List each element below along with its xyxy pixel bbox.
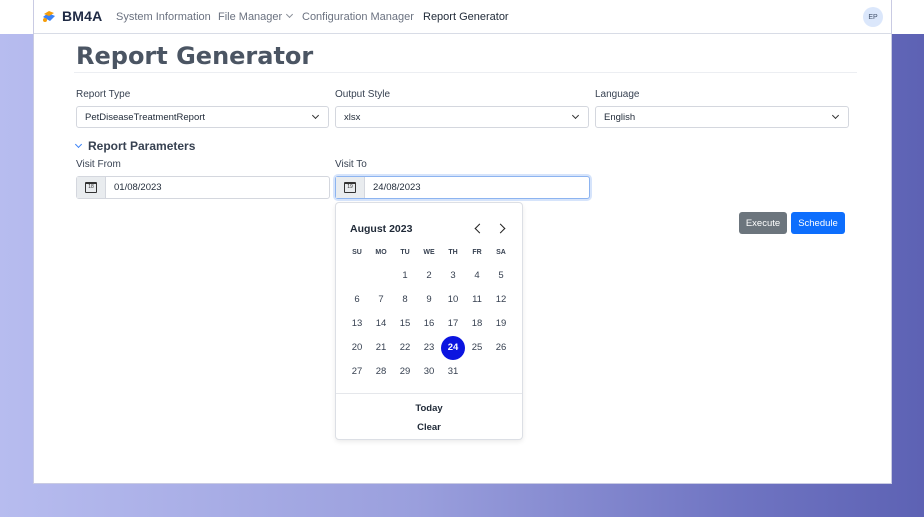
calendar-button[interactable]: 18 <box>77 177 106 198</box>
output-style-label: Output Style <box>335 89 391 100</box>
calendar-day[interactable]: 25 <box>465 336 489 360</box>
language-value: English <box>604 112 636 123</box>
visit-to-label: Visit To <box>335 159 367 170</box>
calendar-day[interactable]: 23 <box>417 336 441 360</box>
navbar: BM4A System Information File Manager Con… <box>34 0 891 34</box>
weekday-header: MO <box>375 249 387 256</box>
calendar-day[interactable]: 5 <box>489 264 513 288</box>
calendar-day[interactable]: 22 <box>393 336 417 360</box>
chevron-left-icon[interactable] <box>474 223 485 234</box>
calendar-day[interactable]: 8 <box>393 288 417 312</box>
weekday-header: TU <box>400 249 410 256</box>
calendar-day[interactable]: 3 <box>441 264 465 288</box>
visit-to-input[interactable]: 19 24/08/2023 <box>335 176 590 199</box>
chevron-down-icon <box>74 140 83 148</box>
nav-file-manager-label: File Manager <box>218 11 283 23</box>
title-divider <box>74 72 857 73</box>
clear-button[interactable]: Clear <box>336 422 522 433</box>
weekday-header: SA <box>496 249 506 256</box>
calendar-day[interactable]: 17 <box>441 312 465 336</box>
calendar-day[interactable]: 10 <box>441 288 465 312</box>
chevron-right-icon[interactable] <box>495 223 506 234</box>
calendar-day[interactable]: 2 <box>417 264 441 288</box>
app-window: BM4A System Information File Manager Con… <box>33 0 892 484</box>
visit-from-label: Visit From <box>76 159 121 170</box>
brand[interactable]: BM4A <box>41 8 102 24</box>
calendar-icon: 18 <box>85 182 97 193</box>
brand-logo-icon <box>43 11 55 22</box>
section-title: Report Parameters <box>88 139 196 153</box>
page-title: Report Generator <box>76 42 314 70</box>
report-type-label: Report Type <box>76 89 131 100</box>
calendar-button[interactable]: 19 <box>336 177 365 198</box>
chevron-down-icon <box>286 10 294 19</box>
language-label: Language <box>595 89 640 100</box>
calendar-day[interactable]: 15 <box>393 312 417 336</box>
chevron-down-icon <box>571 111 580 120</box>
calendar-day[interactable]: 20 <box>345 336 369 360</box>
report-type-select[interactable]: PetDiseaseTreatmentReport <box>76 106 329 128</box>
calendar-icon: 19 <box>344 182 356 193</box>
calendar-day[interactable]: 7 <box>369 288 393 312</box>
nav-file-manager[interactable]: File Manager <box>218 10 294 23</box>
weekday-header: SU <box>352 249 362 256</box>
calendar-day[interactable]: 11 <box>465 288 489 312</box>
visit-to-value: 24/08/2023 <box>373 182 421 193</box>
datepicker-divider <box>336 393 522 394</box>
weekday-header: FR <box>472 249 482 256</box>
calendar-day[interactable]: 26 <box>489 336 513 360</box>
visit-from-input[interactable]: 18 01/08/2023 <box>76 176 330 199</box>
calendar-day[interactable]: 18 <box>465 312 489 336</box>
calendar-day[interactable]: 6 <box>345 288 369 312</box>
calendar-day[interactable]: 9 <box>417 288 441 312</box>
calendar-day[interactable]: 21 <box>369 336 393 360</box>
user-avatar[interactable]: EP <box>863 7 883 27</box>
datepicker-month-label: August 2023 <box>350 223 413 235</box>
calendar-day[interactable]: 14 <box>369 312 393 336</box>
date-picker: August 2023 SU MO TU WE TH FR SA 1 2 3 4 5 6 7 8 9 10 11 1… <box>335 202 523 440</box>
weekday-header: TH <box>448 249 458 256</box>
visit-from-value: 01/08/2023 <box>114 182 162 193</box>
calendar-day-selected[interactable]: 24 <box>441 336 465 360</box>
weekday-header: WE <box>423 249 435 256</box>
chevron-down-icon <box>311 111 320 120</box>
language-select[interactable]: English <box>595 106 849 128</box>
output-style-value: xlsx <box>344 112 361 123</box>
brand-name: BM4A <box>62 8 103 24</box>
calendar-day[interactable]: 13 <box>345 312 369 336</box>
calendar-day[interactable]: 19 <box>489 312 513 336</box>
calendar-day[interactable]: 30 <box>417 360 441 384</box>
chevron-down-icon <box>831 111 840 120</box>
output-style-select[interactable]: xlsx <box>335 106 589 128</box>
calendar-day[interactable]: 16 <box>417 312 441 336</box>
execute-button[interactable]: Execute <box>739 212 787 234</box>
nav-report-generator[interactable]: Report Generator <box>423 11 509 23</box>
calendar-day[interactable]: 27 <box>345 360 369 384</box>
calendar-day[interactable]: 12 <box>489 288 513 312</box>
report-parameters-toggle[interactable]: Report Parameters <box>74 139 196 153</box>
nav-configuration-manager[interactable]: Configuration Manager <box>302 11 414 23</box>
calendar-day[interactable]: 29 <box>393 360 417 384</box>
schedule-button[interactable]: Schedule <box>791 212 845 234</box>
calendar-day[interactable]: 1 <box>393 264 417 288</box>
report-type-value: PetDiseaseTreatmentReport <box>85 112 206 123</box>
calendar-day[interactable]: 28 <box>369 360 393 384</box>
nav-system-information[interactable]: System Information <box>116 11 211 23</box>
today-button[interactable]: Today <box>336 403 522 414</box>
calendar-day[interactable]: 31 <box>441 360 465 384</box>
calendar-day[interactable]: 4 <box>465 264 489 288</box>
